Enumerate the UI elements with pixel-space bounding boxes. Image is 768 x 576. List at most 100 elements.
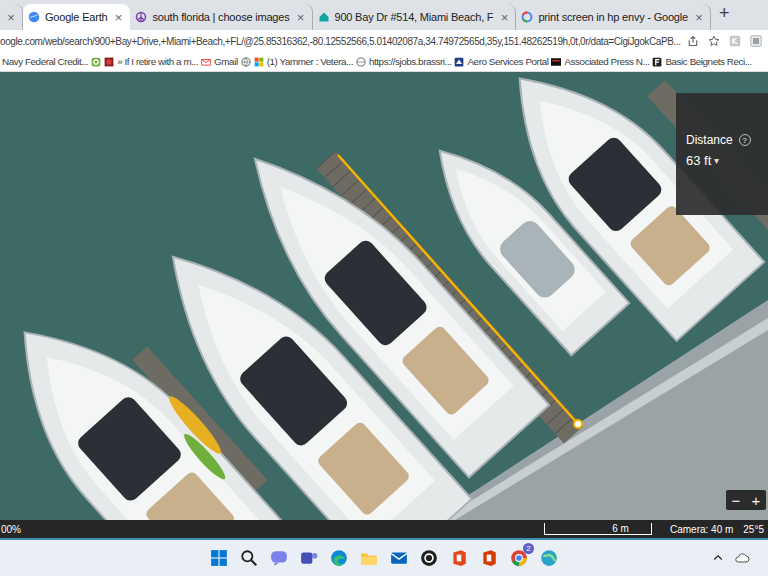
chevron-up-icon[interactable] bbox=[712, 552, 724, 564]
extension-icon[interactable] bbox=[729, 35, 741, 47]
tab-label: south florida | choose images bbox=[152, 11, 289, 23]
bookmark-label: Aero Services Portal bbox=[467, 56, 548, 67]
search-button[interactable] bbox=[238, 547, 260, 569]
address-bar: oogle.com/web/search/900+Bay+Drive,+Miam… bbox=[0, 30, 768, 52]
address-icons bbox=[683, 35, 768, 47]
browser-tab[interactable]: print screen in hp envy - Google × bbox=[516, 4, 711, 30]
camera-altitude: Camera: 40 m bbox=[670, 524, 733, 535]
distance-header: Distance? bbox=[686, 133, 758, 147]
search-icon bbox=[240, 549, 258, 567]
distance-panel: Distance? 63 ft▾ bbox=[676, 93, 768, 215]
globe-icon bbox=[540, 549, 558, 567]
bookmark-green-icon bbox=[91, 57, 101, 67]
bookmark[interactable]: Aero Services Portal bbox=[454, 56, 548, 67]
browser-tab[interactable]: 900 Bay Dr #514, Miami Beach, F × bbox=[313, 4, 517, 30]
bookmark-label: Navy Federal Credit... bbox=[2, 56, 88, 67]
map-status-bar: 00% 6 m Camera: 40 m 25°5 bbox=[0, 520, 768, 538]
share-icon[interactable] bbox=[687, 35, 699, 47]
taskbar-icons: 2 bbox=[208, 547, 560, 569]
globe-icon bbox=[356, 57, 366, 67]
tab-label: 900 Bay Dr #514, Miami Beach, F bbox=[335, 11, 494, 23]
aero-icon bbox=[454, 57, 464, 67]
taskbar: 2 bbox=[0, 538, 768, 576]
bookmark-label: (1) Yammer : Vetera... bbox=[267, 56, 353, 67]
edge-button[interactable] bbox=[328, 547, 350, 569]
folder-icon bbox=[360, 549, 378, 567]
teams-button[interactable] bbox=[298, 547, 320, 569]
mail-icon bbox=[390, 549, 408, 567]
distance-value: 63 ft bbox=[686, 153, 711, 168]
zoom-button[interactable]: − bbox=[726, 490, 746, 510]
aerial-photo[interactable] bbox=[0, 72, 768, 520]
chat-button[interactable] bbox=[268, 547, 290, 569]
tab-label: print screen in hp envy - Google bbox=[538, 11, 688, 23]
bookmark[interactable]: Gmail bbox=[201, 56, 238, 67]
coordinates: 25°5 bbox=[743, 524, 764, 535]
app-button[interactable] bbox=[418, 547, 440, 569]
bookmark[interactable]: Basic Beignets Reci... bbox=[652, 56, 751, 67]
bookmark-label: » If I retire with a m... bbox=[117, 56, 198, 67]
edge-icon bbox=[330, 549, 348, 567]
load-progress: 00% bbox=[1, 524, 21, 535]
windows-icon bbox=[254, 57, 264, 67]
scale-label: 6 m bbox=[612, 523, 629, 534]
screen: ×Google Earth×south florida | choose ima… bbox=[0, 0, 768, 576]
chrome-button[interactable]: 2 bbox=[508, 547, 530, 569]
office-button[interactable] bbox=[478, 547, 500, 569]
tab-close-button[interactable]: × bbox=[5, 11, 17, 24]
office-button[interactable] bbox=[448, 547, 470, 569]
distance-unit-dropdown[interactable]: 63 ft▾ bbox=[686, 153, 758, 168]
ap-logo-icon bbox=[551, 57, 561, 67]
cloud-icon[interactable] bbox=[734, 550, 750, 566]
tab-bar: ×Google Earth×south florida | choose ima… bbox=[0, 0, 768, 30]
bookmark[interactable]: (1) Yammer : Vetera... bbox=[254, 56, 353, 67]
mail-button[interactable] bbox=[388, 547, 410, 569]
teams-icon bbox=[300, 549, 318, 567]
distance-label: Distance bbox=[686, 133, 733, 147]
bookmark[interactable]: Associated Press N... bbox=[551, 56, 649, 67]
map-view[interactable]: Distance? 63 ft▾ −+ bbox=[0, 72, 768, 520]
tab-close-button[interactable]: × bbox=[498, 11, 510, 24]
browser-tab[interactable]: south florida | choose images × bbox=[130, 4, 312, 30]
tab-label: Google Earth bbox=[45, 11, 107, 23]
file-explorer-button[interactable] bbox=[358, 547, 380, 569]
zoom-button[interactable]: + bbox=[746, 490, 766, 510]
office-icon bbox=[450, 549, 468, 567]
app-icon bbox=[420, 549, 438, 567]
star-icon[interactable] bbox=[708, 35, 720, 47]
home-icon bbox=[318, 11, 330, 23]
scale-bar: 6 m bbox=[544, 523, 652, 535]
dropdown-caret: ▾ bbox=[714, 155, 719, 166]
bookmark-label: Basic Beignets Reci... bbox=[665, 56, 751, 67]
gmail-icon bbox=[201, 57, 211, 67]
google-earth-icon bbox=[28, 11, 40, 23]
bookmark-f-icon bbox=[652, 57, 662, 67]
browser-tab[interactable]: Google Earth × bbox=[23, 4, 130, 30]
start-button[interactable] bbox=[208, 547, 230, 569]
extension-icon[interactable] bbox=[750, 35, 762, 47]
browser-button[interactable] bbox=[538, 547, 560, 569]
new-tab-button[interactable]: + bbox=[711, 4, 738, 26]
zoom-controls: −+ bbox=[726, 490, 766, 510]
help-button[interactable]: ? bbox=[739, 134, 751, 146]
bookmark[interactable]: Navy Federal Credit... bbox=[2, 56, 88, 67]
windows-start-icon bbox=[210, 549, 228, 567]
bookmarks-bar: Navy Federal Credit... » If I retire with… bbox=[0, 52, 768, 72]
google-icon bbox=[521, 11, 533, 23]
tab-close-button[interactable]: × bbox=[112, 11, 124, 24]
office-icon bbox=[480, 549, 498, 567]
bookmark[interactable]: » If I retire with a m... bbox=[104, 56, 198, 67]
browser-tab[interactable]: × bbox=[0, 4, 23, 30]
bookmark[interactable]: https://sjobs.brassri... bbox=[356, 56, 452, 67]
bookmark-red-icon bbox=[104, 57, 114, 67]
url-field[interactable]: oogle.com/web/search/900+Bay+Drive,+Miam… bbox=[0, 36, 683, 47]
bookmark[interactable] bbox=[91, 57, 101, 67]
bookmark[interactable] bbox=[241, 57, 251, 67]
bookmark-label: https://sjobs.brassri... bbox=[369, 56, 452, 67]
peace-icon bbox=[135, 11, 147, 23]
bookmark-label: Associated Press N... bbox=[564, 56, 649, 67]
globe-icon bbox=[241, 57, 251, 67]
notification-badge: 2 bbox=[523, 543, 534, 554]
tab-close-button[interactable]: × bbox=[295, 11, 307, 24]
tab-close-button[interactable]: × bbox=[693, 11, 705, 24]
